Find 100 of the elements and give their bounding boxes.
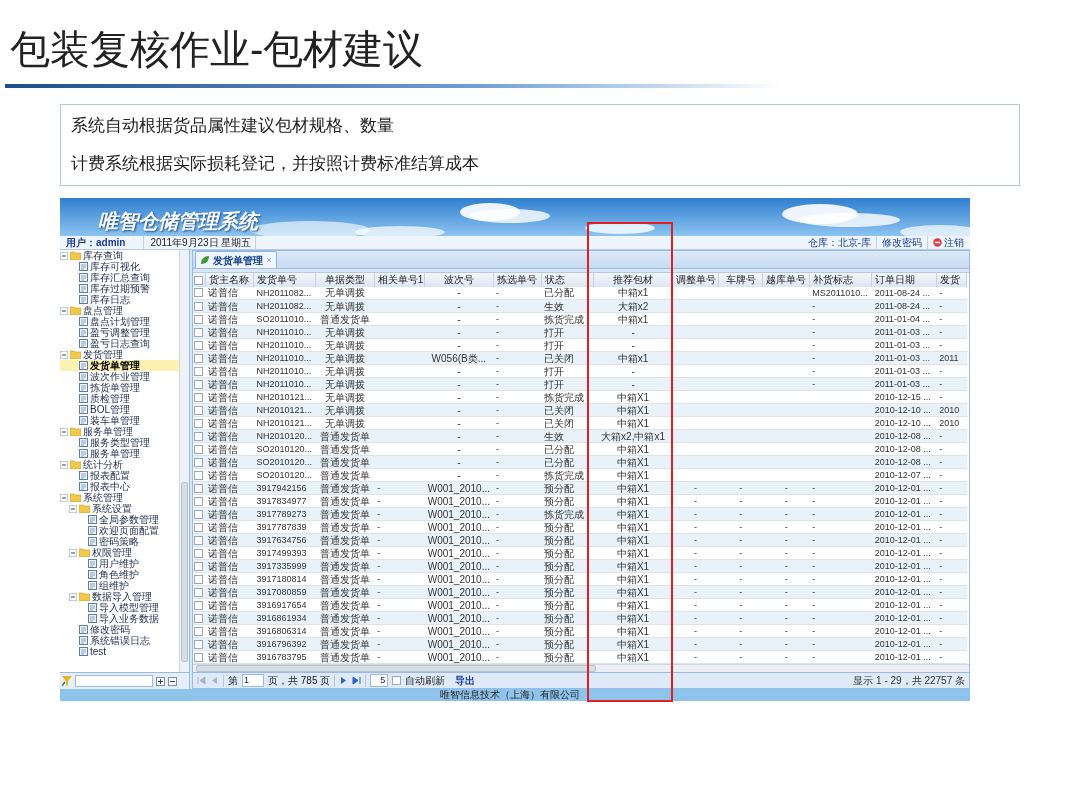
filter-field[interactable] xyxy=(75,675,153,687)
tree-item[interactable]: 盘点管理 xyxy=(60,305,179,316)
tree-item[interactable]: 服务单管理 xyxy=(60,448,179,459)
tree-item[interactable]: 统计分析 xyxy=(60,459,179,470)
collapse-icon[interactable] xyxy=(69,548,77,557)
tree-item[interactable]: 库存可视化 xyxy=(60,261,179,272)
vertical-scrollbar[interactable] xyxy=(179,250,189,672)
row-checkbox[interactable] xyxy=(194,301,203,311)
tree-item[interactable]: 权限管理 xyxy=(60,547,179,558)
collapse-icon[interactable] xyxy=(60,460,68,469)
tree-item[interactable]: 数据导入管理 xyxy=(60,591,179,602)
tab[interactable]: 发货单管理 xyxy=(195,251,277,268)
tree-item[interactable]: 盈亏日志查询 xyxy=(60,338,179,349)
row-checkbox[interactable] xyxy=(194,405,203,415)
tree-item[interactable]: 密码策略 xyxy=(60,536,179,547)
page-size-field[interactable]: 5 xyxy=(370,674,389,687)
row-checkbox[interactable] xyxy=(194,444,203,454)
column-header[interactable]: 推荐包材 xyxy=(593,272,673,287)
row-checkbox[interactable] xyxy=(194,574,203,584)
collapse-icon[interactable] xyxy=(69,504,77,513)
column-header[interactable]: 调整单号 xyxy=(672,272,719,287)
export-link[interactable]: 导出 xyxy=(455,673,476,688)
previous-page-icon[interactable] xyxy=(210,676,219,685)
collapse-icon[interactable] xyxy=(60,251,68,260)
tree-item[interactable]: 盘点计划管理 xyxy=(60,316,179,327)
column-header[interactable]: 订单日期 xyxy=(871,272,937,287)
auto-refresh-checkbox[interactable] xyxy=(392,676,402,685)
collapse-icon[interactable] xyxy=(60,427,68,436)
row-checkbox[interactable] xyxy=(194,548,203,558)
last-page-icon[interactable] xyxy=(352,676,362,685)
tree-item[interactable]: 报表中心 xyxy=(60,481,179,492)
tree-item[interactable]: 库存汇总查询 xyxy=(60,272,179,283)
row-checkbox[interactable] xyxy=(194,613,203,623)
logout-link[interactable]: 注销 xyxy=(928,235,964,250)
tree-item[interactable]: 修改密码 xyxy=(60,624,179,635)
first-page-icon[interactable] xyxy=(197,676,206,685)
column-header[interactable]: 越库单号 xyxy=(763,272,810,287)
column-header[interactable]: 波次号 xyxy=(424,272,494,287)
next-page-icon[interactable] xyxy=(339,676,349,685)
collapse-all-icon[interactable] xyxy=(168,676,177,686)
tree-item[interactable]: BOL管理 xyxy=(60,404,179,415)
row-checkbox[interactable] xyxy=(194,353,203,363)
row-checkbox[interactable] xyxy=(194,340,203,350)
tree-item[interactable]: 报表配置 xyxy=(60,470,179,481)
collapse-icon[interactable] xyxy=(69,592,77,601)
tree-item[interactable]: 盈亏调整管理 xyxy=(60,327,179,338)
row-checkbox[interactable] xyxy=(194,561,203,571)
row-checkbox[interactable] xyxy=(194,483,203,493)
row-checkbox[interactable] xyxy=(194,392,203,402)
row-checkbox[interactable] xyxy=(194,587,203,597)
row-checkbox[interactable] xyxy=(194,522,203,532)
tree-item[interactable]: 系统错误日志 xyxy=(60,635,179,646)
row-checkbox[interactable] xyxy=(194,431,203,441)
tree-item[interactable]: 质检管理 xyxy=(60,393,179,404)
row-checkbox[interactable] xyxy=(194,600,203,610)
expand-all-icon[interactable] xyxy=(156,676,165,686)
tree-item[interactable]: 拣货单管理 xyxy=(60,382,179,393)
row-checkbox[interactable] xyxy=(194,457,203,467)
page-field[interactable]: 1 xyxy=(242,674,264,687)
tree-item[interactable]: 库存过期预警 xyxy=(60,283,179,294)
tree-item[interactable]: 服务单管理 xyxy=(60,426,179,437)
column-header[interactable]: 相关单号1 xyxy=(374,272,425,287)
column-header[interactable]: 货主名称 xyxy=(205,272,254,287)
row-checkbox[interactable] xyxy=(194,470,203,480)
row-checkbox[interactable] xyxy=(194,379,203,389)
column-header[interactable]: 车牌号 xyxy=(718,272,763,287)
column-header[interactable]: 拣选单号 xyxy=(493,272,542,287)
row-checkbox[interactable] xyxy=(194,288,203,298)
tree-item[interactable]: 服务类型管理 xyxy=(60,437,179,448)
tree-item[interactable]: 波次作业管理 xyxy=(60,371,179,382)
tree-item[interactable]: 库存查询 xyxy=(60,250,179,261)
row-checkbox[interactable] xyxy=(194,496,203,506)
tree-item[interactable]: 系统设置 xyxy=(60,503,179,514)
row-checkbox[interactable] xyxy=(194,652,203,662)
tree-item[interactable]: 导入模型管理 xyxy=(60,602,179,613)
tree-item[interactable]: 全局参数管理 xyxy=(60,514,179,525)
tree-item[interactable]: 库存日志 xyxy=(60,294,179,305)
tree-item[interactable]: 欢迎页面配置 xyxy=(60,525,179,536)
close-icon[interactable] xyxy=(266,257,272,263)
collapse-icon[interactable] xyxy=(60,350,68,359)
row-checkbox[interactable] xyxy=(194,626,203,636)
tree-item[interactable]: 系统管理 xyxy=(60,492,179,503)
row-checkbox[interactable] xyxy=(194,366,203,376)
tree-item[interactable]: 导入业务数据 xyxy=(60,613,179,624)
row-checkbox[interactable] xyxy=(194,314,203,324)
collapse-icon[interactable] xyxy=(60,306,68,315)
tree-item[interactable]: test xyxy=(60,646,179,657)
column-header[interactable]: 发货单号 xyxy=(253,272,316,287)
row-checkbox[interactable] xyxy=(194,509,203,519)
column-header[interactable]: 状态 xyxy=(541,272,594,287)
column-header[interactable]: 补货标志 xyxy=(809,272,872,287)
column-header[interactable]: 单据类型 xyxy=(315,272,375,287)
select-all-checkbox[interactable] xyxy=(194,275,204,285)
column-header[interactable]: 发货 xyxy=(936,272,967,287)
row-checkbox[interactable] xyxy=(194,535,203,545)
row-checkbox[interactable] xyxy=(194,639,203,649)
row-checkbox[interactable] xyxy=(194,327,203,337)
row-checkbox[interactable] xyxy=(194,418,203,428)
filter-icon[interactable] xyxy=(62,676,72,686)
tree-item[interactable]: 用户维护 xyxy=(60,558,179,569)
